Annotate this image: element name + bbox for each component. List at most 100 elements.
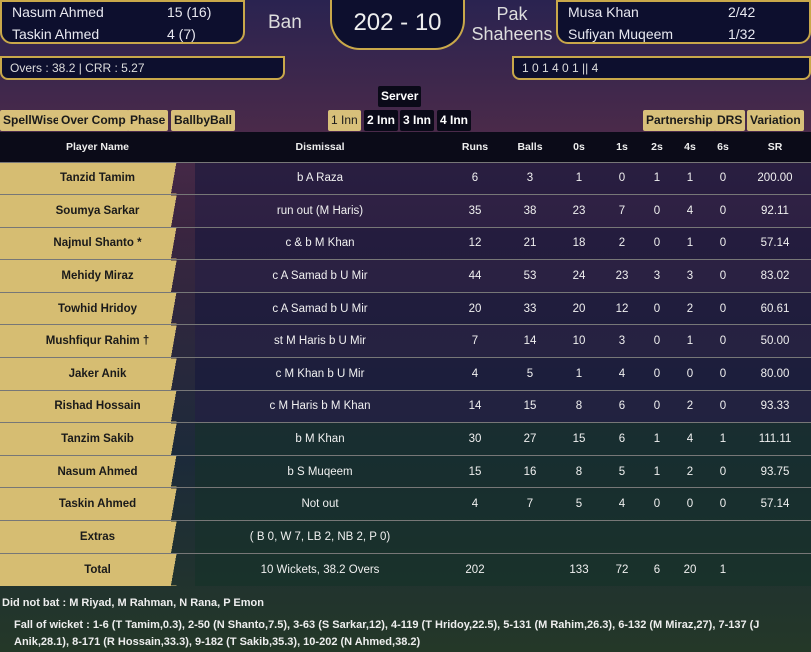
batter-score: 15 (16) <box>167 4 212 20</box>
cell-1s <box>603 520 641 554</box>
cell-balls: 15 <box>505 389 555 423</box>
cell-4s: 1 <box>673 226 707 260</box>
cell-2s: 0 <box>641 487 673 521</box>
cell-1s: 12 <box>603 291 641 325</box>
cell-runs: 14 <box>445 389 505 423</box>
cell-runs <box>445 520 505 554</box>
bowler-name: Sufiyan Muqeem <box>568 26 674 42</box>
cell-6s: 1 <box>707 422 739 456</box>
cell-balls: 27 <box>505 422 555 456</box>
column-header: Dismissal <box>195 132 445 162</box>
cell-1s: 6 <box>603 422 641 456</box>
partnership-button[interactable]: Partnership <box>643 110 716 131</box>
cell-sr: 93.33 <box>739 389 811 423</box>
drs-button[interactable]: DRS <box>714 110 746 131</box>
cell-6s: 0 <box>707 454 739 488</box>
tab-1-inn[interactable]: 1 Inn <box>328 110 361 131</box>
cell-4s: 1 <box>673 161 707 195</box>
table-row: Tanzim Sakib b M Khan 30 27 15 6 1 4 1 111.11 <box>0 422 811 456</box>
cell-dismissal: c A Samad b U Mir <box>195 291 445 325</box>
spellwise-button[interactable]: SpellWise <box>0 110 63 131</box>
cell-2s: 0 <box>641 324 673 358</box>
batter-name: Taskin Ahmed <box>12 26 100 42</box>
cell-2s: 0 <box>641 194 673 228</box>
tab-3-inn[interactable]: 3 Inn <box>400 110 435 131</box>
server-button[interactable]: Server <box>378 86 422 107</box>
cell-runs: 30 <box>445 422 505 456</box>
cell-4s: 3 <box>673 259 707 293</box>
over-comp-button[interactable]: Over Comp <box>58 110 129 131</box>
cell-balls: 53 <box>505 259 555 293</box>
tab-2-inn[interactable]: 2 Inn <box>364 110 399 131</box>
cell-dismissal: c A Samad b U Mir <box>195 259 445 293</box>
cell-dismissal: b S Muqeem <box>195 454 445 488</box>
cell-0s: 20 <box>555 291 603 325</box>
ballbyball-button[interactable]: BallbyBall <box>171 110 236 131</box>
cell-balls: 3 <box>505 161 555 195</box>
cell-1s: 4 <box>603 357 641 391</box>
bowler-figures: 1/32 <box>728 26 756 42</box>
cell-runs: 35 <box>445 194 505 228</box>
cell-sr: 200.00 <box>739 161 811 195</box>
cell-2s: 0 <box>641 291 673 325</box>
cell-dismissal: st M Haris b U Mir <box>195 324 445 358</box>
cell-runs: 202 <box>445 552 505 586</box>
cell-sr: 111.11 <box>739 422 811 456</box>
cell-6s: 0 <box>707 487 739 521</box>
column-header: 4s <box>673 132 707 162</box>
cell-0s: 1 <box>555 357 603 391</box>
cell-0s: 10 <box>555 324 603 358</box>
cell-6s: 0 <box>707 226 739 260</box>
cell-6s: 1 <box>707 552 739 586</box>
cell-0s: 8 <box>555 389 603 423</box>
column-header: Balls <box>505 132 555 162</box>
cell-0s: 18 <box>555 226 603 260</box>
tab-4-inn[interactable]: 4 Inn <box>437 110 472 131</box>
table-row: Total 10 Wickets, 38.2 Overs 202 133 72 6 20 1 <box>0 552 811 586</box>
cell-sr: 80.00 <box>739 357 811 391</box>
cell-runs: 12 <box>445 226 505 260</box>
cell-6s: 0 <box>707 291 739 325</box>
cell-dismissal: ( B 0, W 7, LB 2, NB 2, P 0) <box>195 520 445 554</box>
cell-0s: 5 <box>555 487 603 521</box>
cell-dismissal: c M Haris b M Khan <box>195 389 445 423</box>
player-name: Total <box>0 552 195 586</box>
cell-dismissal: c & b M Khan <box>195 226 445 260</box>
cell-1s: 5 <box>603 454 641 488</box>
player-name: Towhid Hridoy <box>0 291 195 325</box>
player-name: Soumya Sarkar <box>0 194 195 228</box>
variation-button[interactable]: Variation <box>747 110 804 131</box>
cell-2s: 0 <box>641 389 673 423</box>
cell-6s: 0 <box>707 259 739 293</box>
cell-balls: 14 <box>505 324 555 358</box>
cell-6s: 0 <box>707 161 739 195</box>
cell-balls <box>505 552 555 586</box>
cell-4s: 4 <box>673 194 707 228</box>
column-header: Runs <box>445 132 505 162</box>
cell-4s: 4 <box>673 422 707 456</box>
cell-runs: 6 <box>445 161 505 195</box>
cell-sr <box>739 552 811 586</box>
table-row: Taskin Ahmed Not out 4 7 5 4 0 0 0 57.14 <box>0 487 811 521</box>
cell-balls: 7 <box>505 487 555 521</box>
cell-1s: 3 <box>603 324 641 358</box>
column-header: 0s <box>555 132 603 162</box>
phase-button[interactable]: Phase <box>127 110 169 131</box>
cell-dismissal: b A Raza <box>195 161 445 195</box>
player-name: Extras <box>0 520 195 554</box>
table-row: Nasum Ahmed b S Muqeem 15 16 8 5 1 2 0 93.75 <box>0 454 811 488</box>
bowler-name: Musa Khan <box>568 4 639 20</box>
player-name: Tanzid Tamim <box>0 161 195 195</box>
player-name: Najmul Shanto * <box>0 226 195 260</box>
cell-1s: 2 <box>603 226 641 260</box>
fall-of-wicket: Fall of wicket : 1-6 (T Tamim,0.3), 2-50… <box>14 619 760 648</box>
table-row: Rishad Hossain c M Haris b M Khan 14 15 8 6 0 2… <box>0 389 811 423</box>
player-name: Tanzim Sakib <box>0 422 195 456</box>
column-header: 2s <box>641 132 673 162</box>
cell-balls: 21 <box>505 226 555 260</box>
cell-6s: 0 <box>707 389 739 423</box>
cell-2s <box>641 520 673 554</box>
recent-balls: 1 0 1 4 0 1 || 4 <box>512 56 811 80</box>
did-not-bat: Did not bat : M Riyad, M Rahman, N Rana,… <box>2 597 264 609</box>
cell-dismissal: 10 Wickets, 38.2 Overs <box>195 552 445 586</box>
